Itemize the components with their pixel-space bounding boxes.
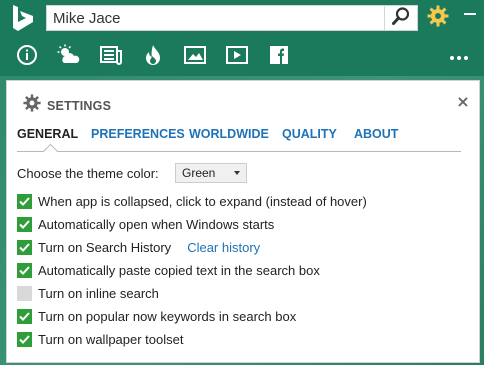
news-button[interactable] bbox=[98, 45, 124, 69]
toolbar bbox=[0, 38, 484, 76]
option-row: Turn on inline search bbox=[17, 284, 159, 302]
theme-row: Choose the theme color: Green bbox=[17, 163, 247, 183]
bing-logo[interactable] bbox=[6, 3, 40, 33]
search-icon bbox=[391, 6, 411, 31]
top-bar bbox=[0, 0, 484, 38]
search-button[interactable] bbox=[384, 6, 417, 30]
close-icon: × bbox=[456, 91, 470, 111]
tab-about[interactable]: ABOUT bbox=[354, 127, 398, 141]
images-button[interactable] bbox=[182, 45, 208, 69]
option-label: Automatically paste copied text in the s… bbox=[38, 262, 320, 278]
video-icon bbox=[226, 45, 248, 70]
tab-worldwide[interactable]: WORLDWIDE bbox=[189, 127, 269, 141]
active-tab-indicator bbox=[42, 143, 59, 160]
minimize-icon bbox=[464, 13, 476, 15]
option-row: Turn on Search History Clear history bbox=[17, 238, 260, 256]
close-button[interactable]: × bbox=[455, 91, 471, 111]
image-icon bbox=[184, 45, 206, 70]
tab-general[interactable]: GENERAL bbox=[17, 127, 78, 141]
option-row: Automatically paste copied text in the s… bbox=[17, 261, 320, 279]
tab-preferences[interactable]: PREFERENCES bbox=[91, 127, 185, 141]
weather-button[interactable] bbox=[56, 44, 82, 71]
option-checkbox[interactable] bbox=[17, 262, 32, 278]
facebook-button[interactable] bbox=[266, 45, 292, 69]
option-row: Turn on popular now keywords in search b… bbox=[17, 307, 296, 325]
search-input[interactable] bbox=[47, 6, 391, 30]
settings-gear-icon bbox=[23, 94, 41, 117]
app-window: SETTINGS × GENERAL PREFERENCES WORLDWIDE… bbox=[0, 0, 484, 365]
settings-button[interactable] bbox=[424, 3, 452, 33]
facebook-icon bbox=[269, 45, 289, 70]
minimize-button[interactable] bbox=[459, 3, 481, 27]
news-icon bbox=[100, 45, 122, 70]
trending-button[interactable] bbox=[140, 44, 166, 71]
theme-label: Choose the theme color: bbox=[17, 166, 159, 181]
option-label: Automatically open when Windows starts bbox=[38, 216, 275, 232]
option-checkbox[interactable] bbox=[17, 239, 32, 255]
theme-color-select[interactable]: Green bbox=[175, 163, 247, 183]
info-icon bbox=[16, 44, 38, 71]
option-checkbox[interactable] bbox=[17, 331, 32, 347]
weather-icon bbox=[56, 44, 82, 71]
settings-header: SETTINGS bbox=[23, 94, 111, 117]
option-checkbox[interactable] bbox=[17, 308, 32, 324]
theme-color-value: Green bbox=[182, 166, 216, 180]
settings-tabs: GENERAL PREFERENCES WORLDWIDE QUALITY AB… bbox=[17, 127, 461, 160]
option-row: Turn on wallpaper toolset bbox=[17, 330, 184, 348]
option-checkbox[interactable] bbox=[17, 285, 32, 301]
option-label: When app is collapsed, click to expand (… bbox=[38, 193, 367, 209]
option-label: Turn on wallpaper toolset bbox=[38, 331, 184, 347]
search-box bbox=[46, 5, 418, 31]
videos-button[interactable] bbox=[224, 45, 250, 69]
option-label: Turn on Search History bbox=[38, 239, 172, 255]
more-button[interactable] bbox=[446, 45, 472, 69]
option-row: When app is collapsed, click to expand (… bbox=[17, 192, 367, 210]
option-row: Automatically open when Windows starts bbox=[17, 215, 274, 233]
dropdown-caret-icon bbox=[234, 171, 240, 175]
gear-icon bbox=[427, 5, 449, 32]
info-button[interactable] bbox=[14, 44, 40, 71]
option-label: Turn on inline search bbox=[38, 285, 159, 301]
option-checkbox[interactable] bbox=[17, 216, 32, 232]
more-icon bbox=[449, 48, 469, 66]
option-label: Turn on popular now keywords in search b… bbox=[38, 308, 297, 324]
settings-title: SETTINGS bbox=[47, 98, 112, 113]
clear-history-link[interactable]: Clear history bbox=[187, 240, 260, 255]
tab-quality[interactable]: QUALITY bbox=[282, 127, 337, 141]
trending-icon bbox=[143, 44, 163, 71]
option-checkbox[interactable] bbox=[17, 193, 32, 209]
settings-panel: SETTINGS × GENERAL PREFERENCES WORLDWIDE… bbox=[6, 80, 480, 363]
